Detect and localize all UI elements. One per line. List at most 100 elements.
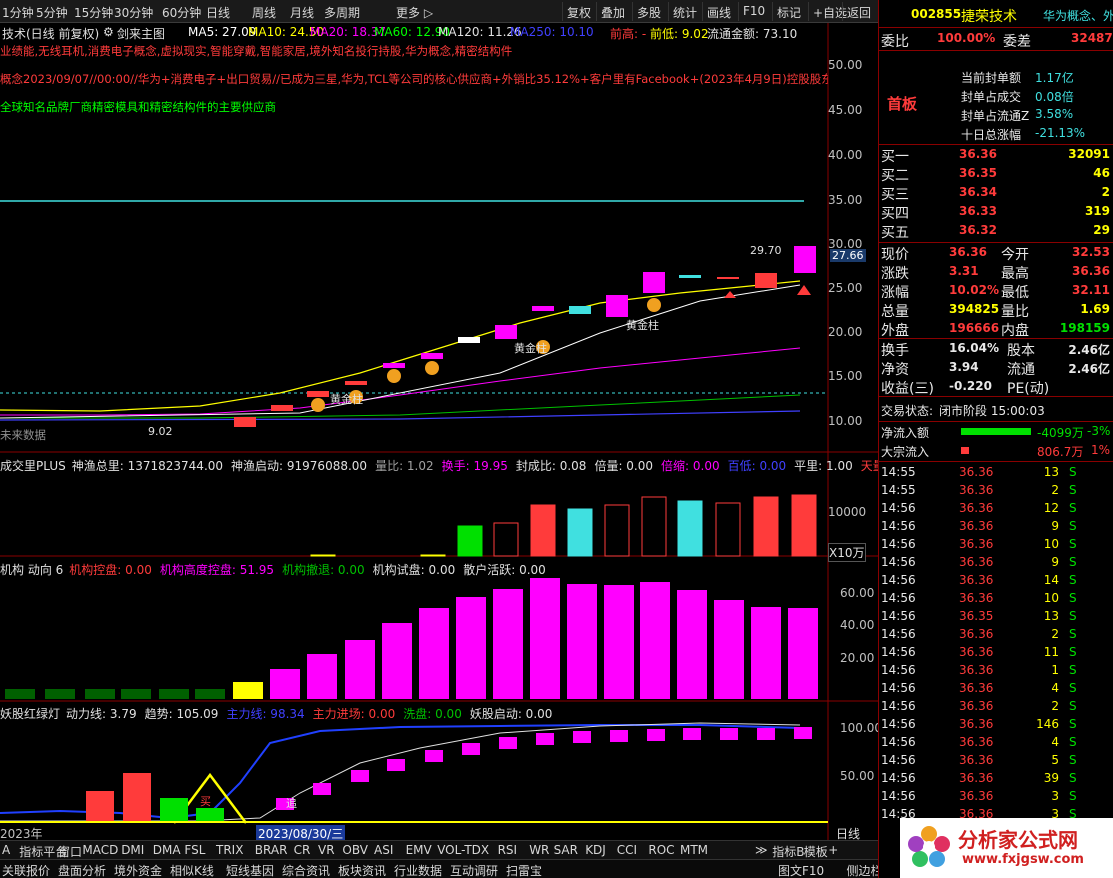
indicator-tab[interactable]: BRAR xyxy=(255,843,288,857)
period-tab[interactable]: 60分钟 xyxy=(162,4,201,21)
indicator-tab[interactable]: 模板 xyxy=(804,843,828,860)
indicator-tab[interactable]: KDJ xyxy=(585,843,606,857)
indicator-tab[interactable]: CCI xyxy=(617,843,637,857)
period-tab[interactable]: 30分钟 xyxy=(114,4,153,21)
indicator-tab[interactable]: TRIX xyxy=(216,843,243,857)
bid-label: 买五 xyxy=(881,225,909,241)
tick-side: S xyxy=(1069,771,1077,785)
toolbar-button[interactable]: F10 xyxy=(738,2,769,21)
ma20-line xyxy=(0,347,801,416)
tick-time: 14:56 xyxy=(881,627,916,641)
indicator-tab[interactable]: MACD xyxy=(82,843,118,857)
period-tab[interactable]: 多周期 xyxy=(324,4,360,21)
tick-price: 36.36 xyxy=(959,483,994,497)
info-tab[interactable]: 扫雷宝 xyxy=(506,862,542,878)
stock-name: 捷荣技术 xyxy=(961,9,1017,25)
indicator-tab[interactable]: 窗口 xyxy=(58,843,82,860)
tick-time: 14:56 xyxy=(881,645,916,659)
vol-axis-label: 10000 xyxy=(828,505,867,519)
indicator-tab[interactable]: FSL xyxy=(184,843,205,857)
candle xyxy=(794,246,816,273)
period-tab[interactable]: 月线 xyxy=(290,4,314,21)
toolbar-button[interactable]: 多股 xyxy=(632,2,665,21)
tick-side: S xyxy=(1069,735,1077,749)
indicator-value: 机构撤退: 0.00 xyxy=(282,563,365,577)
netflow-pct: -3% xyxy=(1087,424,1111,438)
toolbar-button[interactable]: 画线 xyxy=(702,2,735,21)
info-tab[interactable]: 图文F10 xyxy=(778,862,824,878)
tick-volume: 11 xyxy=(1043,645,1059,659)
bid-row[interactable]: 买四 36.33 319 xyxy=(879,203,1113,222)
period-tab[interactable]: 1分钟 xyxy=(2,4,34,21)
info-tab[interactable]: 境外资金 xyxy=(114,862,162,878)
toolbar-button[interactable]: 复权 xyxy=(562,2,595,21)
tick-side: S xyxy=(1069,699,1077,713)
indicator-tab[interactable]: WR xyxy=(529,843,549,857)
toolbar-button[interactable]: 标记 xyxy=(772,2,805,21)
indicator-tab[interactable]: 指标B xyxy=(772,843,804,860)
info-value: 3.31 xyxy=(949,264,979,278)
gold-coin-icon xyxy=(647,298,661,312)
indicator-tab[interactable]: + xyxy=(828,843,838,857)
toolbar-button[interactable]: 返回 xyxy=(842,2,875,21)
info-label: 最高 xyxy=(1001,266,1029,282)
bid-row[interactable]: 买三 36.34 2 xyxy=(879,184,1113,203)
quote-info-row: 涨幅 10.02% 最低 32.11 xyxy=(879,282,1113,301)
indicator-tab[interactable]: DMI xyxy=(121,843,144,857)
indicator-value: 换手: 19.95 xyxy=(441,459,508,473)
tick-price: 36.36 xyxy=(959,465,994,479)
info-value: 2.46亿 xyxy=(1068,343,1110,357)
trend-block xyxy=(683,728,701,740)
tick-row: 14:56 36.36 2 S xyxy=(879,698,1113,716)
info-label: 量比 xyxy=(1001,304,1029,320)
tick-row: 14:56 36.36 2 S xyxy=(879,626,1113,644)
info-tab[interactable]: 板块资讯 xyxy=(338,862,386,878)
volume-bar xyxy=(530,504,556,557)
stock-concept[interactable]: 华为概念、外 xyxy=(1043,7,1113,24)
watermark-text: 分析家公式网 xyxy=(958,828,1078,852)
indicator-tab[interactable]: CR xyxy=(294,843,311,857)
indicator-tab[interactable]: VOL-TDX xyxy=(437,843,489,857)
info-tab[interactable]: 相似K线 xyxy=(170,862,214,878)
period-tab[interactable]: 日线 xyxy=(206,4,230,21)
indicator-tab[interactable]: ROC xyxy=(648,843,674,857)
trend-block xyxy=(462,743,480,755)
info-tab[interactable]: 盘面分析 xyxy=(58,862,106,878)
indicator-tab[interactable]: MTM xyxy=(680,843,708,857)
info-tab[interactable]: 互动调研 xyxy=(450,862,498,878)
info-label: 流通 xyxy=(1007,362,1035,378)
trade-state: 闭市阶段 15:00:03 xyxy=(939,404,1045,418)
info-tab[interactable]: 短线基因 xyxy=(226,862,274,878)
indicator-tab[interactable]: DMA xyxy=(153,843,181,857)
volume-bar xyxy=(604,504,630,557)
indicator-tab[interactable]: ≫ xyxy=(755,843,768,857)
signal-bar xyxy=(86,791,114,823)
period-tab[interactable]: 更多 ▷ xyxy=(396,4,433,21)
info-label: 涨幅 xyxy=(881,285,909,301)
bid-row[interactable]: 买二 36.35 46 xyxy=(879,165,1113,184)
period-tab[interactable]: 15分钟 xyxy=(74,4,113,21)
indicator-tab[interactable]: EMV xyxy=(406,843,432,857)
toolbar-button[interactable]: 叠加 xyxy=(596,2,629,21)
bid-row[interactable]: 买一 36.36 32091 xyxy=(879,146,1113,165)
period-tab[interactable]: 周线 xyxy=(252,4,276,21)
period-tab[interactable]: 5分钟 xyxy=(36,4,68,21)
info-label: 现价 xyxy=(881,247,909,263)
bid-row[interactable]: 买五 36.32 29 xyxy=(879,222,1113,241)
info-tab[interactable]: 综合资讯 xyxy=(282,862,330,878)
indicator-tab[interactable]: RSI xyxy=(498,843,518,857)
indicator-tab[interactable]: ASI xyxy=(374,843,393,857)
chart-area[interactable]: 技术(日线 前复权) ⚙ 剑来主图 MA5: 27.09 MA10: 24.50 M… xyxy=(0,23,919,843)
info-tab[interactable]: 关联报价 xyxy=(2,862,50,878)
inst-axis-label: 60.00 xyxy=(840,586,875,600)
indicator-tab[interactable]: SAR xyxy=(554,843,578,857)
info-tab[interactable]: 行业数据 xyxy=(394,862,442,878)
indicator-tab[interactable]: OBV xyxy=(342,843,368,857)
tick-volume: 13 xyxy=(1043,609,1059,623)
indicator-tab[interactable]: A xyxy=(2,843,10,857)
quote-info-row: 收益(三) -0.220 PE(动) xyxy=(879,378,1113,397)
indicator-tab[interactable]: VR xyxy=(318,843,335,857)
bid-price: 36.33 xyxy=(959,204,997,218)
toolbar-button[interactable]: 统计 xyxy=(668,2,701,21)
tick-row: 14:56 36.35 13 S xyxy=(879,608,1113,626)
